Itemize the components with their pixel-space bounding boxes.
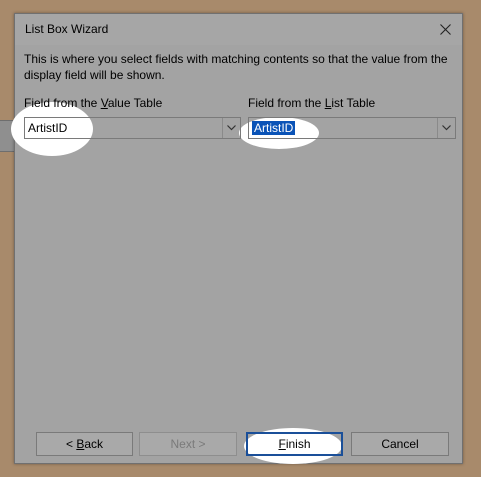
value-table-field-label: Field from the Value Table xyxy=(24,96,163,110)
list-table-field-label: Field from the List Table xyxy=(248,96,376,110)
next-button[interactable]: Next > xyxy=(139,432,237,456)
next-button-label: Next > xyxy=(170,437,206,451)
value-table-field-selected: ArtistID xyxy=(28,121,68,135)
list-table-field-selected: ArtistID xyxy=(252,121,296,135)
chevron-down-icon xyxy=(227,125,236,131)
list-box-wizard-dialog: List Box Wizard This is where you select… xyxy=(11,13,463,464)
value-table-field-combobox[interactable]: ArtistID xyxy=(24,117,241,139)
finish-button[interactable]: Finish xyxy=(246,432,343,456)
finish-button-label: Finish xyxy=(278,437,311,451)
chevron-down-icon xyxy=(442,125,451,131)
back-button-label: < Back xyxy=(65,437,104,451)
title-bar: List Box Wizard xyxy=(15,14,462,45)
close-icon xyxy=(439,24,451,35)
value-table-dropdown-button[interactable] xyxy=(222,118,240,138)
wizard-description: This is where you select fields with mat… xyxy=(24,52,448,82)
cancel-button[interactable]: Cancel xyxy=(351,432,449,456)
list-table-field-combobox[interactable]: ArtistID xyxy=(248,117,456,139)
cancel-button-label: Cancel xyxy=(381,437,419,451)
dialog-title: List Box Wizard xyxy=(25,22,109,36)
close-button[interactable] xyxy=(428,14,462,45)
back-button[interactable]: < Back xyxy=(36,432,133,456)
list-table-dropdown-button[interactable] xyxy=(437,118,455,138)
